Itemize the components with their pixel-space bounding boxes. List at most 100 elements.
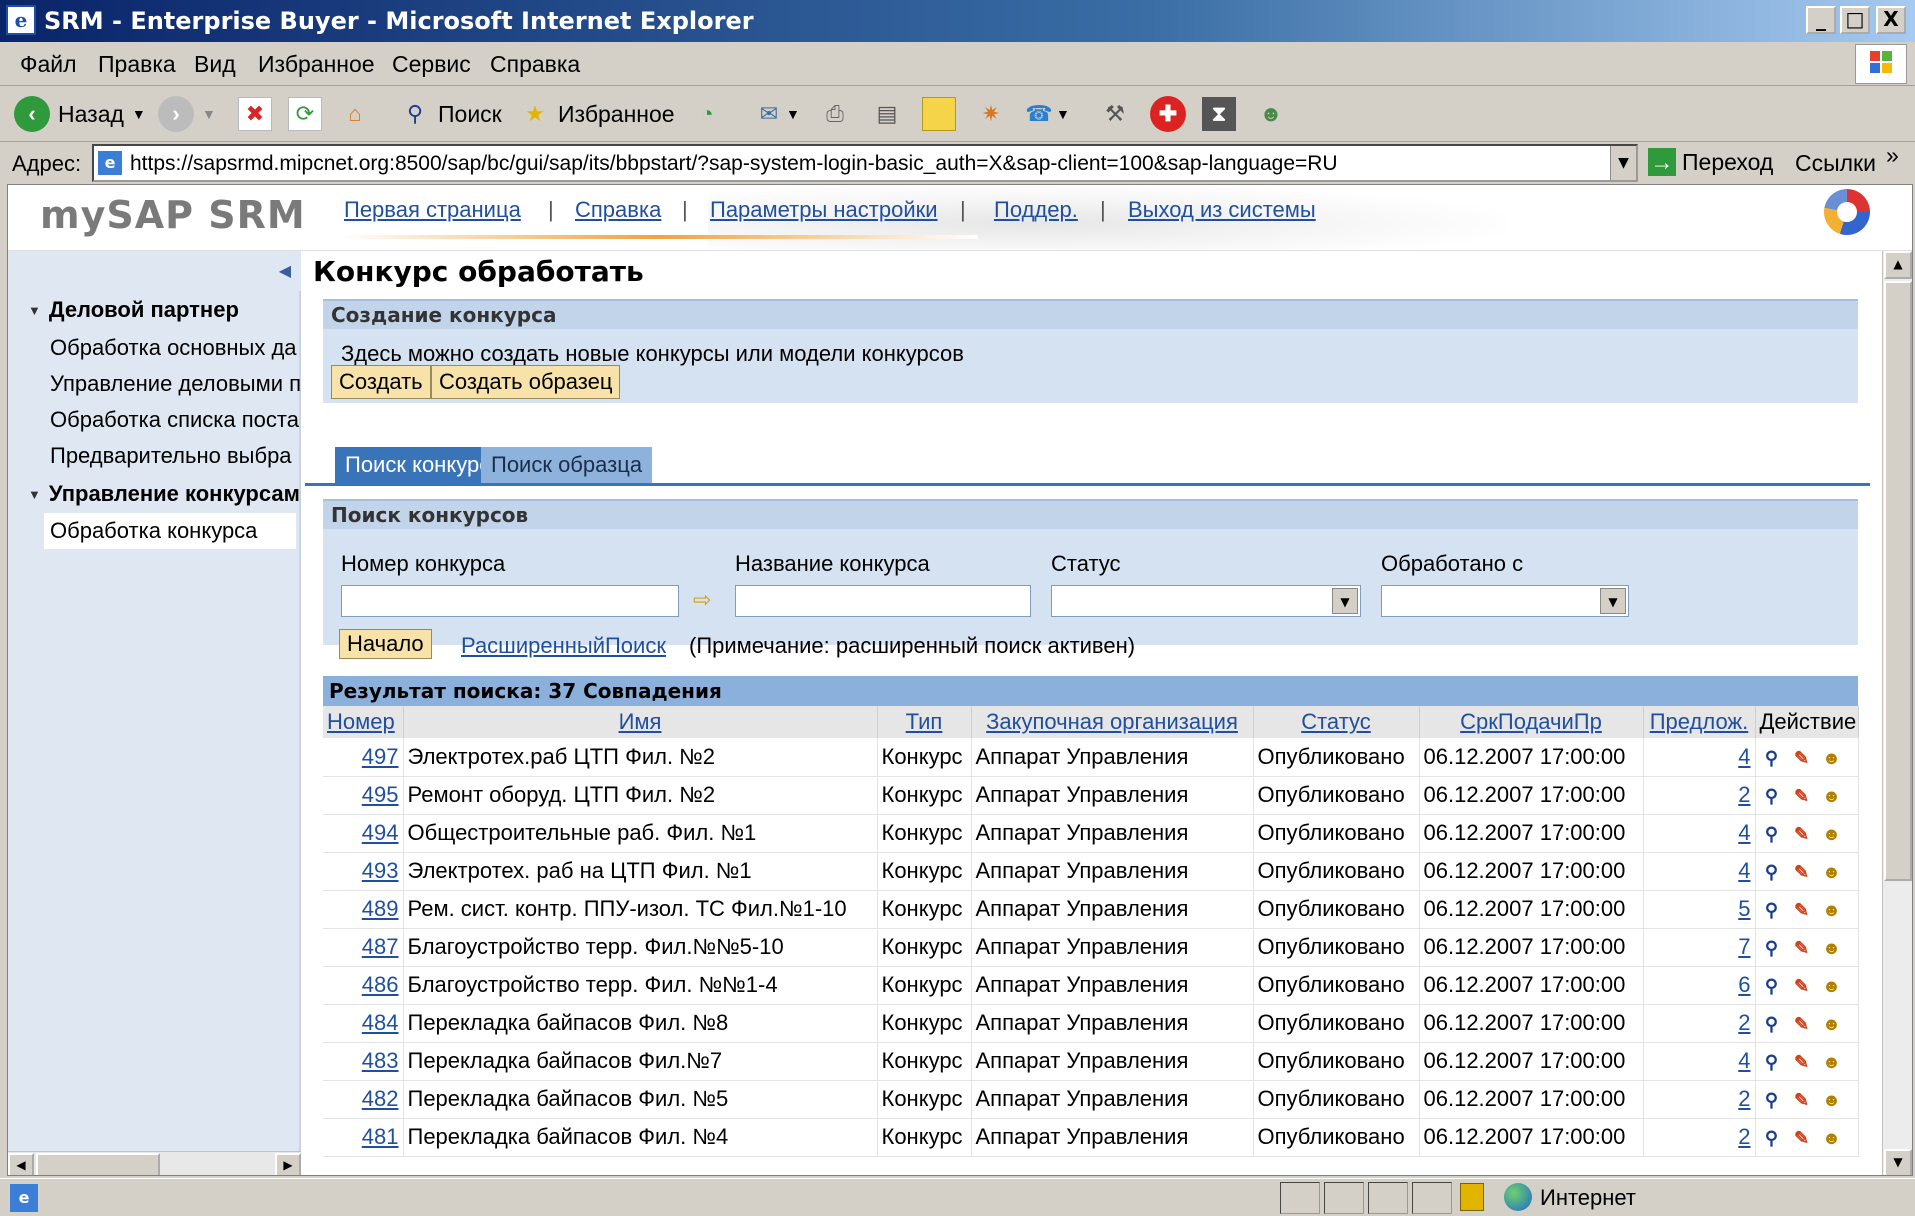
tab-search-template[interactable]: Поиск образца [481,447,653,483]
display-magnifier-icon[interactable]: ⚲ [1760,1012,1784,1036]
edit-pencil-icon[interactable]: ✎ [1790,974,1814,998]
column-purchasing-org[interactable]: Закупочная организация [971,706,1254,738]
cell-number[interactable]: 483 [323,1042,404,1081]
column-number[interactable]: Номер [323,706,404,738]
column-type[interactable]: Тип [877,706,972,738]
menu-tools[interactable]: Сервис [392,51,471,78]
column-status[interactable]: Статус [1253,706,1420,738]
edit-pencil-icon[interactable]: ✎ [1790,822,1814,846]
links-button[interactable]: Ссылки [1795,150,1876,177]
cell-number[interactable]: 482 [323,1080,404,1119]
cell-bids[interactable]: 5 [1643,890,1756,929]
nav-group-business-partner[interactable]: ▼ Деловой партнер [28,297,239,323]
scroll-thumb[interactable] [36,1153,160,1175]
back-button[interactable]: ‹ Назад ▼ [14,92,146,136]
history-button[interactable]: ◔ [690,92,724,136]
forward-dropdown-icon[interactable]: ▼ [202,106,216,122]
bidders-icon[interactable]: ☻ [1820,1126,1844,1150]
menu-view[interactable]: Вид [194,51,236,78]
scroll-right-icon[interactable]: ▶ [275,1153,301,1175]
processed-from-dropdown-icon[interactable]: ▼ [1600,588,1626,614]
home-button[interactable]: ⌂ [338,92,372,136]
display-magnifier-icon[interactable]: ⚲ [1760,1050,1784,1074]
page-vertical-scrollbar[interactable]: ▲ ▼ [1882,251,1912,1175]
address-input[interactable]: e https://sapsrmd.mipcnet.org:8500/sap/b… [92,144,1638,182]
messenger-button[interactable]: ☎ ▼ [1022,92,1070,136]
range-arrow-icon[interactable]: ⇨ [693,587,711,613]
bidders-icon[interactable]: ☻ [1820,898,1844,922]
discuss-button[interactable] [922,92,956,136]
nav-group-tender-management[interactable]: ▼ Управление конкурсам [28,481,300,507]
cell-bids[interactable]: 2 [1643,1004,1756,1043]
cell-bids[interactable]: 4 [1643,814,1756,853]
edit-pencil-icon[interactable]: ✎ [1790,1088,1814,1112]
bidders-icon[interactable]: ☻ [1820,1050,1844,1074]
scroll-down-icon[interactable]: ▼ [1884,1149,1912,1175]
edit-pencil-icon[interactable]: ✎ [1790,860,1814,884]
cell-number[interactable]: 497 [323,738,404,777]
edit-pencil-icon[interactable]: ✎ [1790,936,1814,960]
cell-number[interactable]: 484 [323,1004,404,1043]
display-magnifier-icon[interactable]: ⚲ [1760,974,1784,998]
address-dropdown-icon[interactable]: ▼ [1610,146,1636,180]
research-button[interactable]: ✷ [974,92,1008,136]
nav-settings-link[interactable]: Параметры настройки [710,197,938,223]
create-button[interactable]: Создать [331,365,431,399]
column-deadline[interactable]: СркПодачиПр [1419,706,1644,738]
scroll-up-icon[interactable]: ▲ [1884,251,1912,279]
status-dropdown-icon[interactable]: ▼ [1332,588,1358,614]
bidders-icon[interactable]: ☻ [1820,1012,1844,1036]
display-magnifier-icon[interactable]: ⚲ [1760,1088,1784,1112]
nav-logout-link[interactable]: Выход из системы [1128,197,1316,223]
bidders-icon[interactable]: ☻ [1820,1088,1844,1112]
edit-pencil-icon[interactable]: ✎ [1790,1126,1814,1150]
bidders-icon[interactable]: ☻ [1820,746,1844,770]
cell-number[interactable]: 487 [323,928,404,967]
tender-number-input[interactable] [341,585,679,617]
display-magnifier-icon[interactable]: ⚲ [1760,784,1784,808]
scroll-left-icon[interactable]: ◀ [8,1153,34,1175]
bidders-icon[interactable]: ☻ [1820,936,1844,960]
print-button[interactable]: ⎙ [818,92,852,136]
nav-item-preselection[interactable]: Предварительно выбра [50,443,302,469]
cell-bids[interactable]: 4 [1643,738,1756,777]
bidders-icon[interactable]: ☻ [1820,974,1844,998]
cell-bids[interactable]: 2 [1643,776,1756,815]
display-magnifier-icon[interactable]: ⚲ [1760,860,1784,884]
cell-bids[interactable]: 2 [1643,1080,1756,1119]
nav-item-manage-partners[interactable]: Управление деловыми п [50,371,302,397]
toolbar-tool1-button[interactable]: ⚒ [1098,92,1132,136]
nav-help-link[interactable]: Справка [575,197,661,223]
display-magnifier-icon[interactable]: ⚲ [1760,822,1784,846]
menu-file[interactable]: Файл [20,51,77,78]
toolbar-chevron-icon[interactable]: » [1886,142,1899,169]
mail-button[interactable]: ✉ ▼ [752,92,800,136]
tender-name-input[interactable] [735,585,1031,617]
cell-number[interactable]: 494 [323,814,404,853]
display-magnifier-icon[interactable]: ⚲ [1760,1126,1784,1150]
display-magnifier-icon[interactable]: ⚲ [1760,936,1784,960]
messenger-dropdown-icon[interactable]: ▼ [1056,106,1070,122]
cell-number[interactable]: 481 [323,1118,404,1157]
minimize-button[interactable]: _ [1806,6,1836,34]
nav-home-link[interactable]: Первая страница [344,197,521,223]
column-bids[interactable]: Предлож. [1643,706,1756,738]
close-button[interactable]: X [1876,6,1906,34]
bidders-icon[interactable]: ☻ [1820,860,1844,884]
cell-number[interactable]: 495 [323,776,404,815]
advanced-search-link[interactable]: РасширенныйПоиск [461,633,666,659]
favorites-button[interactable]: ★ Избранное [518,92,674,136]
nav-horizontal-scrollbar[interactable]: ◀ ▶ [8,1151,301,1175]
bidders-icon[interactable]: ☻ [1820,784,1844,808]
cell-number[interactable]: 486 [323,966,404,1005]
cell-bids[interactable]: 4 [1643,1042,1756,1081]
column-name[interactable]: Имя [403,706,878,738]
display-magnifier-icon[interactable]: ⚲ [1760,898,1784,922]
menu-help[interactable]: Справка [490,51,580,78]
maximize-button[interactable]: □ [1840,6,1870,34]
cell-number[interactable]: 489 [323,890,404,929]
nav-item-process-tender[interactable]: Обработка конкурса [44,513,296,549]
cell-bids[interactable]: 4 [1643,852,1756,891]
edit-pencil-icon[interactable]: ✎ [1790,898,1814,922]
cell-bids[interactable]: 7 [1643,928,1756,967]
